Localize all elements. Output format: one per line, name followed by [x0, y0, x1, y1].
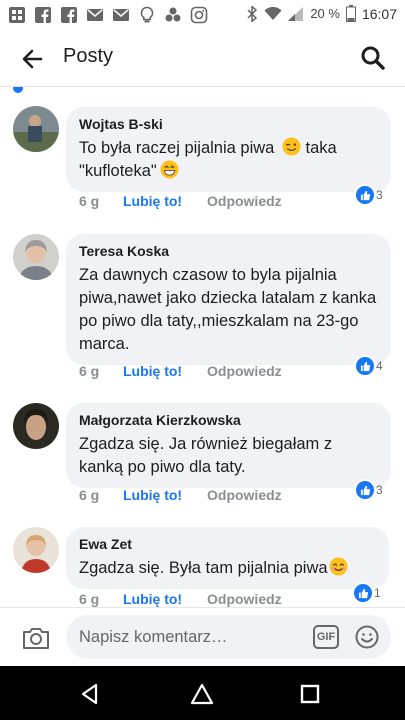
like-thumb-icon [356, 357, 374, 375]
reply-button[interactable]: Odpowiedz [207, 363, 282, 379]
signal-icon [288, 6, 304, 21]
nav-home-icon[interactable] [190, 682, 214, 706]
comment-composer: Napisz komentarz… GIF [0, 607, 405, 666]
reaction-count-badge[interactable]: 3 [356, 186, 383, 204]
reaction-count: 4 [376, 359, 383, 373]
comment-author[interactable]: Ewa Zet [79, 535, 375, 553]
comment-bubble[interactable]: Wojtas B-ski To była raczej pijalnia piw… [66, 107, 391, 192]
avatar-photo [13, 234, 59, 280]
like-thumb-icon [356, 186, 374, 204]
back-arrow-icon[interactable] [20, 47, 44, 71]
comment-bubble[interactable]: Teresa Koska Za dawnych czasow to byla p… [66, 234, 391, 365]
like-button[interactable]: Lubię to! [123, 487, 207, 503]
like-button[interactable]: Lubię to! [123, 193, 207, 209]
system-status: 20 % 16:07 [246, 5, 397, 22]
comment-input-placeholder: Napisz komentarz… [79, 628, 228, 646]
avatar[interactable] [13, 403, 59, 449]
reaction-count-badge[interactable]: 4 [356, 357, 383, 375]
comment-author[interactable]: Teresa Koska [79, 242, 377, 260]
comment-age[interactable]: 6 g [79, 193, 123, 209]
comment-age[interactable]: 6 g [79, 487, 123, 503]
comment-bubble[interactable]: Ewa Zet Zgadza się. Była tam pijalnia pi… [66, 527, 389, 589]
nav-back-icon[interactable] [78, 682, 102, 706]
reaction-count-badge[interactable]: 1 [354, 584, 381, 602]
like-button[interactable]: Lubię to! [123, 363, 207, 379]
grid-app-icon [9, 7, 25, 23]
grin-emoji-icon [160, 160, 179, 179]
battery-icon [345, 5, 356, 22]
comment-actions: 6 g Lubię to! Odpowiedz [79, 591, 282, 607]
comment-input[interactable]: Napisz komentarz… GIF [66, 615, 391, 659]
facebook-icon [35, 7, 51, 24]
wink-emoji-icon [282, 137, 301, 156]
clock: 16:07 [361, 5, 397, 22]
reply-button[interactable]: Odpowiedz [207, 591, 282, 607]
lightbulb-icon [140, 6, 154, 23]
reaction-count: 3 [376, 188, 383, 202]
comment-text: Zgadza się. Ja również biegałam z kanką … [79, 435, 333, 476]
reaction-indicator [13, 87, 23, 93]
reaction-count: 1 [374, 586, 381, 600]
system-navigation-bar [0, 666, 405, 720]
avatar[interactable] [13, 527, 59, 573]
avatar[interactable] [13, 106, 59, 152]
avatar[interactable] [13, 234, 59, 280]
nav-recents-icon[interactable] [298, 682, 322, 706]
comment-bubble[interactable]: Małgorzata Kierzkowska Zgadza się. Ja ró… [66, 403, 391, 488]
comment-age[interactable]: 6 g [79, 591, 123, 607]
like-thumb-icon [354, 584, 372, 602]
instagram-icon [190, 6, 208, 24]
comments-feed[interactable]: Wojtas B-ski To była raczej pijalnia piw… [0, 87, 405, 607]
reply-button[interactable]: Odpowiedz [207, 487, 282, 503]
search-icon[interactable] [359, 44, 387, 72]
reaction-count-badge[interactable]: 3 [356, 481, 383, 499]
facebook-icon [61, 7, 77, 24]
comment-author[interactable]: Małgorzata Kierzkowska [79, 411, 377, 429]
wifi-icon [264, 6, 282, 20]
comment-text: Zgadza się. Była tam pijalnia piwa [79, 557, 375, 580]
avatar-photo [13, 527, 59, 573]
emoji-icon[interactable] [355, 625, 379, 649]
page-title: Posty [63, 45, 114, 67]
notification-icons [8, 6, 208, 24]
avatar-photo [13, 106, 59, 152]
bluetooth-icon [247, 5, 258, 22]
comment-actions: 6 g Lubię to! Odpowiedz [79, 363, 282, 379]
comment-actions: 6 g Lubię to! Odpowiedz [79, 487, 282, 503]
like-button[interactable]: Lubię to! [123, 591, 207, 607]
comment-actions: 6 g Lubię to! Odpowiedz [79, 193, 282, 209]
comment-author[interactable]: Wojtas B-ski [79, 115, 377, 133]
reaction-count: 3 [376, 483, 383, 497]
comment-text: To była raczej pijalnia piwa taka "kuflo… [79, 137, 337, 180]
comment-age[interactable]: 6 g [79, 363, 123, 379]
avatar-photo [13, 403, 59, 449]
comment-text: Za dawnych czasow to byla pijalnia piwa,… [79, 266, 377, 353]
reply-button[interactable]: Odpowiedz [207, 193, 282, 209]
like-thumb-icon [356, 481, 374, 499]
app-header: Posty [0, 30, 405, 86]
status-bar: 20 % 16:07 [0, 0, 405, 30]
mail-icon [113, 9, 129, 21]
battery-percent: 20 % [310, 6, 340, 21]
gif-icon[interactable]: GIF [313, 625, 339, 649]
mail-icon [87, 9, 103, 21]
app-cluster-icon [165, 7, 181, 22]
smile-emoji-icon [329, 557, 348, 576]
camera-icon[interactable] [22, 626, 50, 650]
